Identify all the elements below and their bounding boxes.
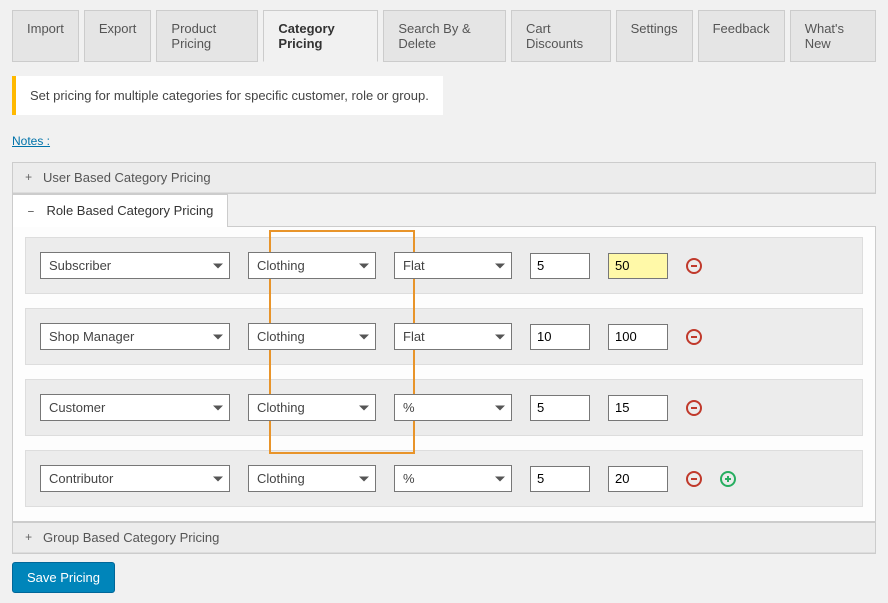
accordion-title: Group Based Category Pricing [43,530,219,545]
category-value: Clothing [257,258,305,273]
chevron-down-icon [495,405,505,410]
category-select[interactable]: Clothing [248,394,376,421]
category-select[interactable]: Clothing [248,252,376,279]
role-select[interactable]: Customer [40,394,230,421]
pricing-row: Shop Manager Clothing Flat [25,308,863,365]
tab-import[interactable]: Import [12,10,79,62]
pricing-row: Customer Clothing% [25,379,863,436]
type-select[interactable]: % [394,465,512,492]
info-banner: Set pricing for multiple categories for … [12,76,443,115]
remove-row-icon[interactable] [686,258,702,274]
role-select[interactable]: Subscriber [40,252,230,279]
remove-row-icon[interactable] [686,400,702,416]
price-input[interactable] [608,466,668,492]
price-input[interactable] [608,253,668,279]
chevron-down-icon [495,263,505,268]
type-select[interactable]: % [394,394,512,421]
remove-row-icon[interactable] [686,329,702,345]
chevron-down-icon [495,334,505,339]
role-value: Shop Manager [49,329,134,344]
add-row-icon[interactable] [720,471,736,487]
tab-product-pricing[interactable]: Product Pricing [156,10,258,62]
role-value: Contributor [49,471,113,486]
plus-icon: + [25,531,33,545]
category-select[interactable]: Clothing [248,465,376,492]
tab-category-pricing[interactable]: Category Pricing [263,10,378,62]
chevron-down-icon [359,334,369,339]
pricing-row: Subscriber Clothing Flat [25,237,863,294]
pricing-row: Contributor Clothing% [25,450,863,507]
accordion-role-based-tab[interactable]: – Role Based Category Pricing [12,194,228,227]
minus-icon: – [27,204,35,219]
category-value: Clothing [257,400,305,415]
price-input[interactable] [608,395,668,421]
chevron-down-icon [359,263,369,268]
tab-cart-discounts[interactable]: Cart Discounts [511,10,611,62]
tab-feedback[interactable]: Feedback [698,10,785,62]
accordion-title: Role Based Category Pricing [46,203,213,218]
role-value: Customer [49,400,105,415]
qty-input[interactable] [530,395,590,421]
type-value: % [403,400,415,415]
type-select[interactable]: Flat [394,252,512,279]
chevron-down-icon [359,476,369,481]
tab-settings[interactable]: Settings [616,10,693,62]
chevron-down-icon [213,334,223,339]
qty-input[interactable] [530,466,590,492]
type-value: % [403,471,415,486]
type-select[interactable]: Flat [394,323,512,350]
tab-export[interactable]: Export [84,10,152,62]
tab-bar: ImportExportProduct PricingCategory Pric… [12,10,876,62]
price-input[interactable] [608,324,668,350]
role-pricing-body: Subscriber Clothing Flat Shop Manager Clothi… [13,227,875,521]
accordion-user-based[interactable]: + User Based Category Pricing [13,163,875,193]
accordion-title: User Based Category Pricing [43,170,211,185]
qty-input[interactable] [530,253,590,279]
save-pricing-button[interactable]: Save Pricing [12,562,115,593]
chevron-down-icon [213,263,223,268]
category-value: Clothing [257,471,305,486]
role-select[interactable]: Contributor [40,465,230,492]
accordion-group-based[interactable]: + Group Based Category Pricing [13,523,875,553]
role-value: Subscriber [49,258,111,273]
chevron-down-icon [213,405,223,410]
qty-input[interactable] [530,324,590,350]
tab-what-s-new[interactable]: What's New [790,10,876,62]
remove-row-icon[interactable] [686,471,702,487]
chevron-down-icon [359,405,369,410]
chevron-down-icon [213,476,223,481]
category-value: Clothing [257,329,305,344]
plus-icon: + [25,171,33,185]
notes-link[interactable]: Notes : [12,134,50,148]
category-select[interactable]: Clothing [248,323,376,350]
type-value: Flat [403,329,425,344]
tab-search-by-delete[interactable]: Search By & Delete [383,10,506,62]
type-value: Flat [403,258,425,273]
role-select[interactable]: Shop Manager [40,323,230,350]
chevron-down-icon [495,476,505,481]
